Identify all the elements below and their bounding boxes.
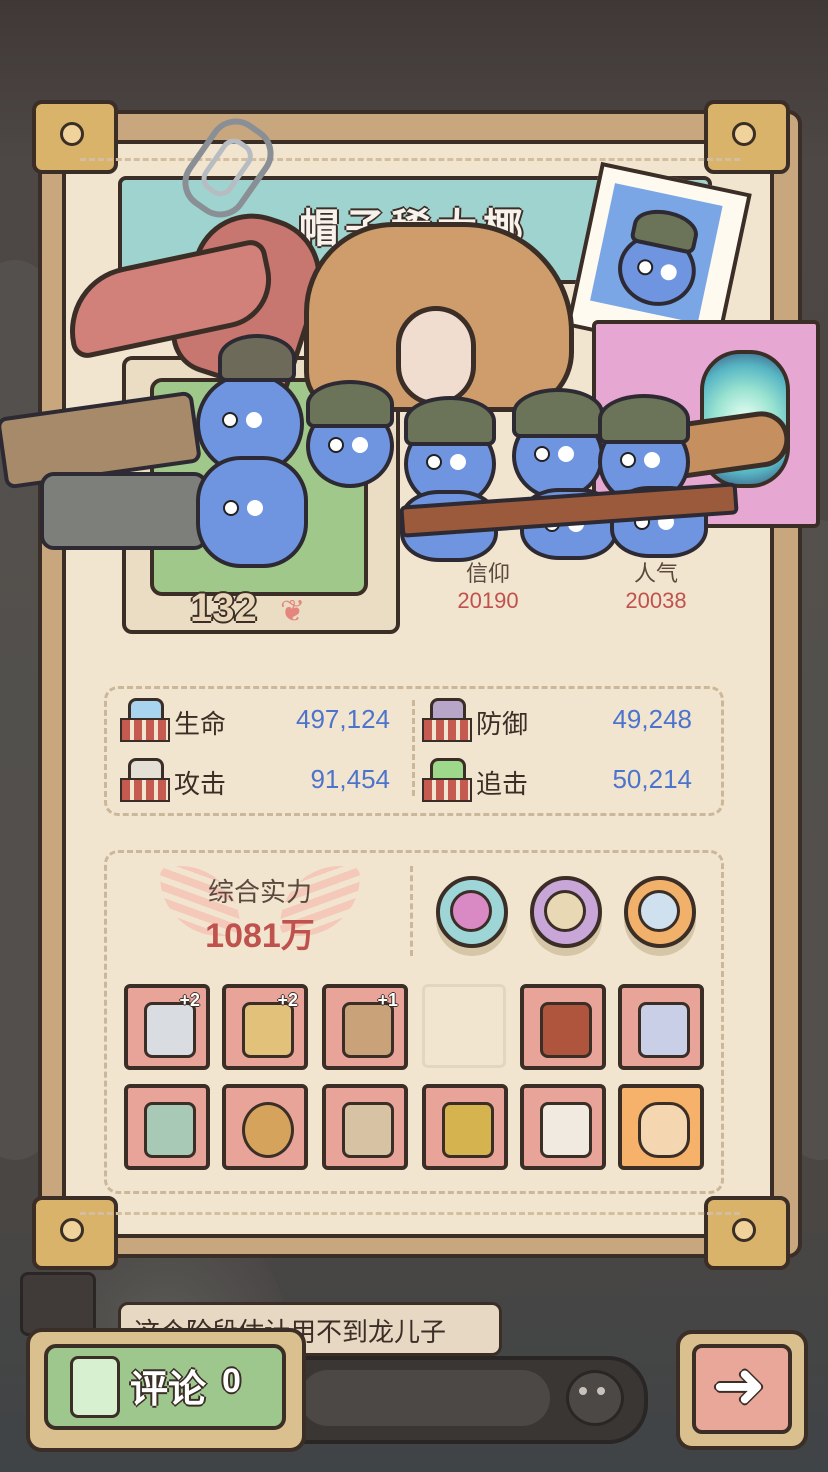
power-value: 1081万 — [205, 917, 315, 955]
frame-corner-bottom-right — [704, 1196, 790, 1270]
attributes-divider — [412, 700, 415, 796]
frame-corner-top-right — [704, 100, 790, 174]
soldier-helmet-icon — [512, 388, 604, 438]
equipment-slot-cape[interactable] — [618, 984, 704, 1070]
enhance-level: +2 — [179, 990, 200, 1010]
paper-stitch-bottom — [80, 1212, 740, 1215]
attribute-pursuit: 追击 50,214 — [422, 758, 702, 802]
hero-level: 132 — [190, 586, 257, 630]
frame-corner-top-left — [32, 100, 118, 174]
goggles-icon — [638, 1102, 690, 1158]
comment-button-label: 评论 — [130, 1369, 207, 1411]
heart-potion-icon — [120, 698, 170, 742]
equipment-slot-hammer[interactable] — [124, 1084, 210, 1170]
hero-photo-image — [590, 183, 723, 324]
cape-icon — [638, 1002, 690, 1058]
emoji-icon[interactable] — [566, 1370, 624, 1426]
captain-cat-body — [196, 456, 308, 568]
power-label: 综合实力 — [207, 877, 312, 907]
belief-stat: 信仰 20190 — [428, 556, 548, 614]
attribute-value: 50,214 — [612, 764, 692, 794]
equipment-slot-goggles[interactable] — [618, 1084, 704, 1170]
mirror-skill-icon[interactable] — [624, 876, 696, 948]
attribute-value: 49,248 — [612, 704, 692, 734]
bow-icon: ❦ — [280, 595, 306, 628]
pants-icon — [342, 1102, 394, 1158]
lightning-icon — [422, 758, 472, 802]
paper-stitch-top — [80, 158, 740, 161]
quill-icon — [70, 1356, 120, 1418]
popularity-label: 人气 — [633, 561, 678, 586]
equipment-slot-empty[interactable] — [422, 984, 506, 1068]
equipment-slot-robe[interactable] — [520, 984, 606, 1070]
ring-icon — [242, 1102, 294, 1158]
t-rex-belly — [396, 306, 476, 406]
comment-count: 0 — [222, 1362, 241, 1400]
popularity-value: 20038 — [625, 588, 687, 613]
attribute-label: 追击 — [476, 769, 529, 799]
armor-icon — [540, 1102, 592, 1158]
soldier-helmet-icon — [306, 380, 394, 428]
robe-icon — [540, 1002, 592, 1058]
shield-icon — [422, 698, 472, 742]
attribute-attack: 攻击 91,454 — [120, 758, 400, 802]
enhance-level: +2 — [277, 990, 298, 1010]
comment-input-field[interactable] — [300, 1370, 550, 1426]
power-divider — [410, 866, 413, 956]
equipment-slot-pants[interactable] — [322, 1084, 408, 1170]
attribute-value: 91,454 — [310, 764, 390, 794]
popularity-stat: 人气 20038 — [596, 556, 716, 614]
scroll-skill-icon[interactable] — [530, 876, 602, 948]
dragon-skill-icon[interactable] — [436, 876, 508, 948]
equipment-slot-sword[interactable]: +1 — [322, 984, 408, 1070]
soldier-helmet-icon — [598, 394, 690, 444]
attribute-label: 攻击 — [174, 769, 227, 799]
frame-corner-bottom-left — [32, 1196, 118, 1270]
attribute-label: 防御 — [476, 709, 529, 739]
side-tab[interactable] — [20, 1272, 96, 1336]
arrow-right-icon: ➜ — [712, 1349, 766, 1421]
soldier-helmet-icon — [404, 396, 496, 446]
attribute-label: 生命 — [174, 709, 227, 739]
equipment-slot-trident[interactable] — [422, 1084, 508, 1170]
trident-icon — [442, 1102, 494, 1158]
equipment-slot-ring[interactable] — [222, 1084, 308, 1170]
equipment-slot-gatling[interactable]: +2 — [222, 984, 308, 1070]
sword-icon — [120, 758, 170, 802]
hammer-icon — [144, 1102, 196, 1158]
enhance-level: +1 — [377, 990, 398, 1010]
attribute-defense: 防御 49,248 — [422, 698, 702, 742]
belief-label: 信仰 — [465, 561, 510, 586]
gatling-gun-icon — [40, 472, 208, 550]
captain-cap-icon — [218, 334, 296, 382]
equipment-slot-armor[interactable] — [520, 1084, 606, 1170]
belief-value: 20190 — [457, 588, 519, 613]
attribute-hp: 生命 497,124 — [120, 698, 400, 742]
attribute-value: 497,124 — [296, 704, 390, 734]
equipment-slot-dagger[interactable]: +2 — [124, 984, 210, 1070]
